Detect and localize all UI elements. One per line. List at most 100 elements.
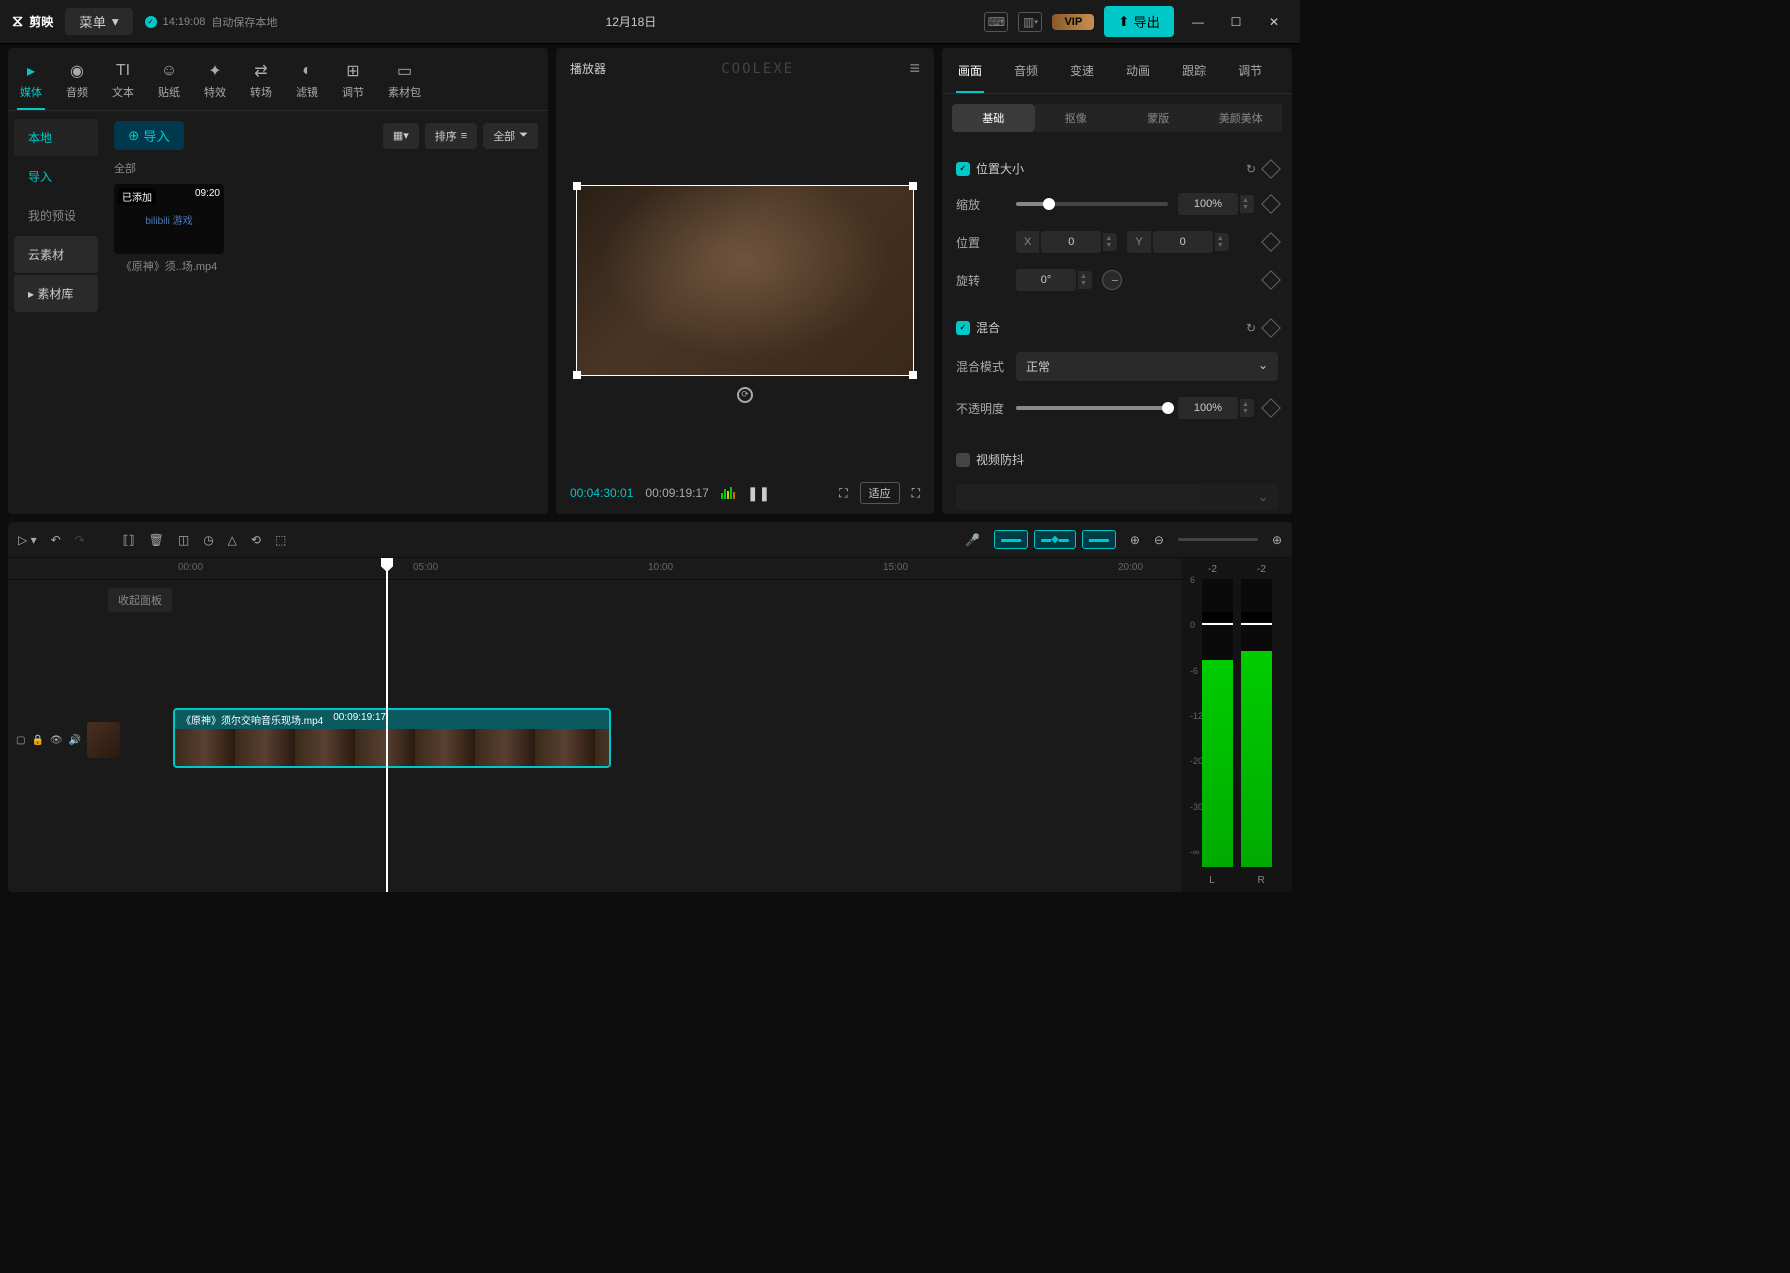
- lock-icon[interactable]: 🔒: [31, 735, 43, 746]
- tab-text[interactable]: TI文本: [100, 56, 146, 110]
- split-tool[interactable]: ⟦⟧: [123, 533, 135, 547]
- magnet-3[interactable]: ▬▬: [1082, 530, 1116, 549]
- resize-handle-br[interactable]: [909, 371, 917, 379]
- scale-input[interactable]: [1178, 193, 1238, 215]
- tab-track[interactable]: 跟踪: [1166, 48, 1222, 93]
- pos-y-input[interactable]: [1153, 231, 1213, 253]
- sidebar-item-library[interactable]: ▸ 素材库: [14, 275, 98, 312]
- rotation-spinner[interactable]: ▲▼: [1078, 271, 1092, 289]
- resize-handle-tl[interactable]: [573, 182, 581, 190]
- scale-slider[interactable]: [1016, 202, 1168, 206]
- checkbox-position[interactable]: ✓: [956, 162, 970, 176]
- opacity-slider[interactable]: [1016, 406, 1168, 410]
- shortcut-icon[interactable]: ⌨: [984, 12, 1008, 32]
- timeline-tracks[interactable]: 00:00 05:00 10:00 15:00 20:00 收起面板 ▢ 🔒 👁…: [8, 558, 1182, 892]
- resize-handle-tr[interactable]: [909, 182, 917, 190]
- pos-x-input[interactable]: [1041, 231, 1101, 253]
- select-tool[interactable]: ▷ ▾: [18, 533, 37, 547]
- rotation-keyframe[interactable]: [1261, 270, 1281, 290]
- blend-reset-icon[interactable]: ↻: [1246, 321, 1256, 335]
- subtab-mask[interactable]: 蒙版: [1117, 104, 1200, 132]
- undo-button[interactable]: ↶: [51, 533, 61, 547]
- delete-tool[interactable]: 🗑: [149, 533, 164, 547]
- opacity-spinner[interactable]: ▲▼: [1240, 399, 1254, 417]
- playhead[interactable]: [386, 558, 388, 892]
- media-clip[interactable]: 已添加 09:20 bilibili 游戏 《原神》须..场.mp4: [114, 184, 224, 274]
- opacity-input[interactable]: [1178, 397, 1238, 419]
- sidebar-item-cloud[interactable]: 云素材: [14, 236, 98, 273]
- tab-audio-props[interactable]: 音频: [998, 48, 1054, 93]
- sidebar-item-preset[interactable]: 我的预设: [14, 197, 98, 234]
- mirror-tool[interactable]: △: [228, 533, 237, 547]
- pause-button[interactable]: ❚❚: [747, 485, 770, 502]
- subtab-beauty[interactable]: 美颜美体: [1200, 104, 1283, 132]
- tab-filter[interactable]: ◐滤镜: [284, 56, 330, 110]
- filter-all-button[interactable]: 全部 ⏷: [483, 123, 538, 149]
- checkbox-blend[interactable]: ✓: [956, 321, 970, 335]
- subtab-matting[interactable]: 抠像: [1035, 104, 1118, 132]
- checkbox-stabilize[interactable]: [956, 453, 970, 467]
- sidebar-item-import[interactable]: 导入: [14, 158, 98, 195]
- blend-mode-select[interactable]: 正常⌄: [1016, 352, 1278, 381]
- tab-audio[interactable]: ◉音频: [54, 56, 100, 110]
- audio-meter-icon[interactable]: [721, 487, 735, 499]
- rotate-handle[interactable]: ⟳: [737, 387, 753, 403]
- track-toggle-icon[interactable]: ▢: [16, 735, 25, 746]
- sort-button[interactable]: 排序 ≡: [425, 123, 477, 149]
- scale-keyframe[interactable]: [1261, 194, 1281, 214]
- rotation-indicator[interactable]: [1102, 270, 1122, 290]
- zoom-slider[interactable]: [1178, 538, 1258, 541]
- resize-handle-bl[interactable]: [573, 371, 581, 379]
- menu-button[interactable]: 菜单 ▾: [65, 8, 132, 35]
- timeline-ruler[interactable]: 00:00 05:00 10:00 15:00 20:00: [8, 558, 1182, 580]
- keyframe-icon[interactable]: [1261, 159, 1281, 179]
- eye-icon[interactable]: 👁: [50, 735, 63, 746]
- mute-icon[interactable]: 🔊: [69, 735, 81, 746]
- tab-sticker[interactable]: ☺贴纸: [146, 56, 192, 110]
- crop-tool[interactable]: ◫: [178, 533, 189, 547]
- align-icon[interactable]: ⊕: [1130, 533, 1140, 547]
- mic-icon[interactable]: 🎤: [965, 533, 980, 547]
- zoom-out-icon[interactable]: ⊖: [1154, 533, 1164, 547]
- blend-keyframe-icon[interactable]: [1261, 318, 1281, 338]
- position-keyframe[interactable]: [1261, 232, 1281, 252]
- crop2-tool[interactable]: ⬚: [275, 533, 286, 547]
- tab-transition[interactable]: ⇄转场: [238, 56, 284, 110]
- view-toggle[interactable]: ▦▾: [383, 123, 419, 149]
- tab-picture[interactable]: 画面: [942, 48, 998, 93]
- tab-adjust-props[interactable]: 调节: [1222, 48, 1278, 93]
- magnet-2[interactable]: ▬◆▬: [1034, 530, 1076, 549]
- reset-icon[interactable]: ↻: [1246, 162, 1256, 176]
- opacity-keyframe[interactable]: [1261, 398, 1281, 418]
- rotation-input[interactable]: [1016, 269, 1076, 291]
- pos-y-spinner[interactable]: ▲▼: [1215, 233, 1229, 251]
- tab-effects[interactable]: ✦特效: [192, 56, 238, 110]
- preview-menu-icon[interactable]: ≡: [909, 58, 920, 79]
- video-preview[interactable]: ⟳: [576, 185, 914, 375]
- redo-button[interactable]: ↷: [75, 533, 85, 547]
- tab-pack[interactable]: ▭素材包: [376, 56, 433, 110]
- speed-tool[interactable]: ◷: [203, 533, 213, 547]
- export-button[interactable]: ⬆ 导出: [1104, 6, 1174, 37]
- scan-icon[interactable]: ⛶: [839, 486, 847, 501]
- layout-icon[interactable]: ▥▾: [1018, 12, 1042, 32]
- minimize-button[interactable]: —: [1184, 8, 1212, 36]
- tab-media[interactable]: ▸媒体: [8, 56, 54, 110]
- maximize-button[interactable]: ☐: [1222, 8, 1250, 36]
- fullscreen-icon[interactable]: ⛶: [912, 486, 920, 501]
- scale-spinner[interactable]: ▲▼: [1240, 195, 1254, 213]
- rotate-tool[interactable]: ⟲: [251, 533, 261, 547]
- import-button[interactable]: ⊕导入: [114, 121, 184, 150]
- zoom-in-icon[interactable]: ⊕: [1272, 533, 1282, 547]
- pos-x-spinner[interactable]: ▲▼: [1103, 233, 1117, 251]
- magnet-1[interactable]: ▬▬: [994, 530, 1028, 549]
- tab-animation[interactable]: 动画: [1110, 48, 1166, 93]
- timeline-clip[interactable]: 《原神》须尔交响音乐现场.mp4 00:09:19:17: [173, 708, 611, 768]
- subtab-basic[interactable]: 基础: [952, 104, 1035, 132]
- vip-badge[interactable]: VIP: [1052, 14, 1094, 30]
- collapse-hint[interactable]: 收起面板: [108, 588, 172, 612]
- fit-button[interactable]: 适应: [860, 482, 900, 504]
- close-button[interactable]: ✕: [1260, 8, 1288, 36]
- sidebar-item-local[interactable]: 本地: [14, 119, 98, 156]
- tab-adjust[interactable]: ⊞调节: [330, 56, 376, 110]
